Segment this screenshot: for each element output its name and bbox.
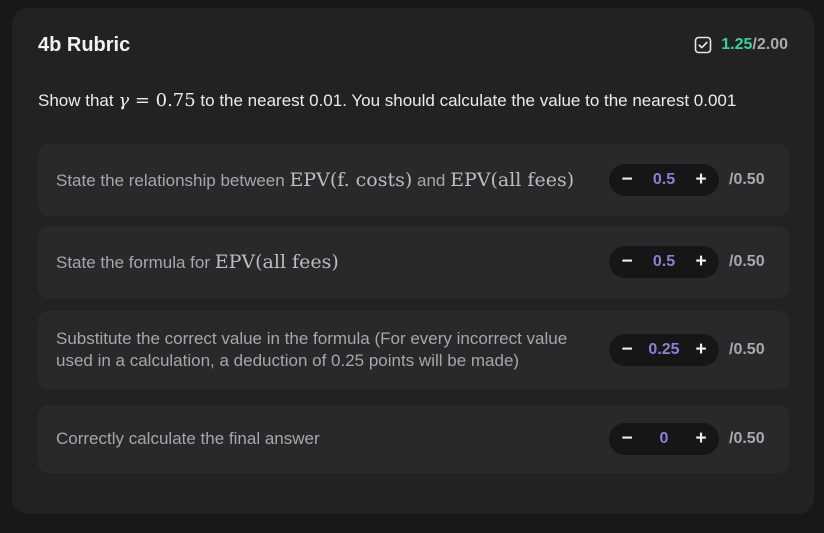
question-text: Show that γ = 0.75 to the nearest 0.01. … bbox=[38, 90, 788, 112]
criterion-text: State the formula for EPV(all fees) bbox=[56, 251, 596, 274]
rubric-score: 1.25/2.00 bbox=[694, 36, 788, 54]
criterion-text: Correctly calculate the final answer bbox=[56, 428, 596, 450]
criterion-math: EPV(all fees) bbox=[450, 168, 575, 191]
criterion-score-value: 0.5 bbox=[652, 171, 676, 188]
criterion-math: EPV(f. costs) bbox=[289, 168, 413, 191]
criterion-text: Substitute the correct value in the form… bbox=[56, 328, 596, 372]
increment-button[interactable]: + bbox=[693, 334, 709, 366]
criterion-row: State the formula for EPV(all fees) −0.5 +… bbox=[38, 226, 789, 298]
score-total: 2.00 bbox=[756, 36, 788, 53]
criterion-row: Correctly calculate the final answer − 0 + /… bbox=[38, 405, 789, 473]
criterion-row: Substitute the correct value in the form… bbox=[38, 311, 789, 389]
criterion-max-score: /0.50 bbox=[729, 430, 765, 447]
criterion-math: EPV(all fees) bbox=[214, 250, 339, 273]
score-value: 1.25/2.00 bbox=[721, 36, 788, 54]
decrement-button[interactable]: − bbox=[619, 334, 635, 366]
decrement-button[interactable]: − bbox=[619, 246, 635, 278]
criterion-score-value: 0.5 bbox=[652, 253, 676, 270]
question-equation: = 0.75 bbox=[129, 90, 196, 111]
rubric-panel: 4b Rubric 1.25/2.00 Show that γ = 0.75 t… bbox=[12, 8, 814, 514]
increment-button[interactable]: + bbox=[693, 423, 709, 455]
criterion-max-score: /0.50 bbox=[729, 171, 765, 188]
score-stepper: − 0 + bbox=[609, 423, 719, 455]
question-suffix: to the nearest 0.01. You should calculat… bbox=[195, 91, 737, 110]
criterion-score-value: 0 bbox=[659, 430, 669, 447]
increment-button[interactable]: + bbox=[693, 164, 709, 196]
criterion-max-score: /0.50 bbox=[729, 253, 765, 270]
rubric-title: 4b Rubric bbox=[38, 33, 131, 56]
criterion-label: Substitute the correct value in the form… bbox=[56, 329, 568, 370]
criterion-row: State the relationship between EPV(f. co… bbox=[38, 144, 789, 216]
score-stepper: −0.5 + bbox=[609, 164, 719, 196]
criterion-label: Correctly calculate the final answer bbox=[56, 429, 320, 448]
criterion-label: and bbox=[412, 170, 451, 190]
criterion-max-score: /0.50 bbox=[729, 341, 765, 358]
criterion-score-value: 0.25 bbox=[648, 341, 680, 358]
checkbox-check-icon bbox=[694, 36, 712, 54]
criterion-label: State the formula for bbox=[56, 252, 215, 272]
score-stepper: −0.25 + bbox=[609, 334, 719, 366]
question-prefix: Show that bbox=[38, 91, 119, 110]
rubric-header: 4b Rubric 1.25/2.00 bbox=[38, 32, 788, 58]
criterion-text: State the relationship between EPV(f. co… bbox=[56, 169, 596, 192]
decrement-button[interactable]: − bbox=[619, 423, 635, 455]
score-earned: 1.25 bbox=[721, 36, 753, 53]
question-variable: γ bbox=[118, 90, 130, 111]
decrement-button[interactable]: − bbox=[619, 164, 635, 196]
score-stepper: −0.5 + bbox=[609, 246, 719, 278]
criterion-label: State the relationship between bbox=[56, 170, 290, 190]
increment-button[interactable]: + bbox=[693, 246, 709, 278]
